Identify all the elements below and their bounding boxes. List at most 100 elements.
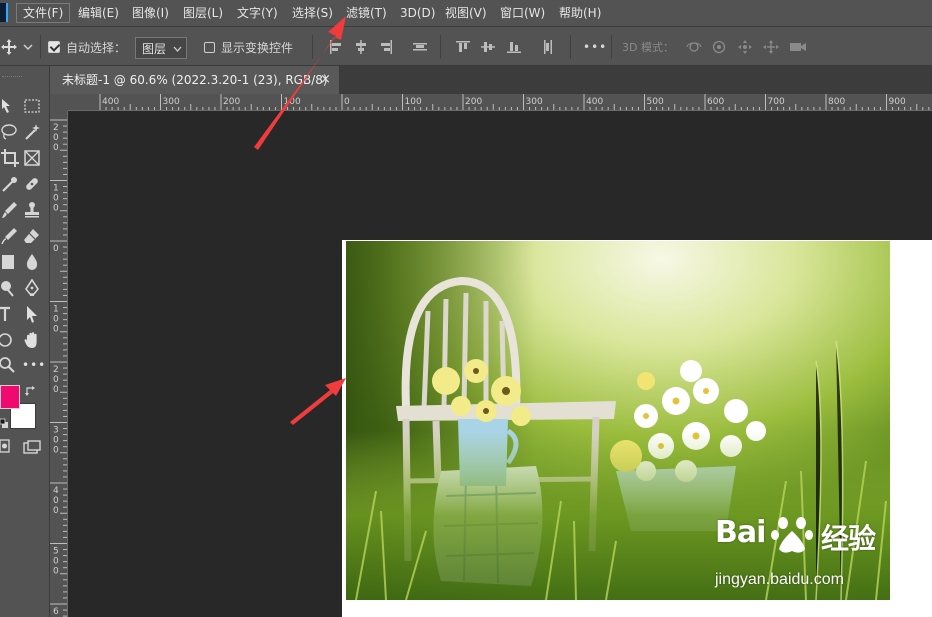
ruler-label: 2	[53, 123, 59, 133]
align-top-icon[interactable]	[455, 39, 471, 55]
3d-mode-label: 3D 模式：	[622, 41, 674, 54]
menu-filter[interactable]: 滤镜(T)	[340, 0, 393, 26]
align-right-icon[interactable]	[378, 39, 394, 55]
pen-tool-icon[interactable]	[22, 278, 42, 298]
history-brush-icon[interactable]	[0, 226, 20, 246]
menu-file[interactable]: 文件(F)	[16, 3, 71, 23]
watermark-brand: Bai	[715, 515, 766, 550]
auto-select-option[interactable]: 自动选择：	[48, 27, 126, 67]
gradient-tool-icon[interactable]	[0, 252, 20, 272]
ruler-label: 700	[768, 97, 785, 107]
edit-toolbar-icon[interactable]: •••	[22, 358, 45, 372]
ruler-label: 0	[344, 97, 350, 107]
align-vertical-center-icon[interactable]	[480, 39, 496, 55]
camera-3d-icon	[790, 43, 806, 51]
brush-tool-icon[interactable]	[0, 200, 20, 220]
foreground-color-swatch[interactable]	[0, 385, 20, 409]
ruler-label: 0	[53, 133, 59, 143]
ruler-label: 0	[53, 204, 59, 214]
ruler-label: 0	[53, 496, 59, 506]
more-options-icon[interactable]: •••	[583, 27, 607, 67]
separator	[40, 35, 41, 59]
ruler-label: 600	[707, 97, 724, 107]
vertical-ruler[interactable]: 20010001002003004005006	[50, 111, 68, 617]
ruler-label: 3	[53, 426, 59, 436]
align-bottom-icon[interactable]	[506, 39, 522, 55]
auto-select-target-value: 图层	[142, 41, 167, 56]
ruler-origin[interactable]	[50, 94, 68, 111]
rectangular-marquee-icon[interactable]	[22, 96, 42, 116]
ruler-label: 0	[53, 506, 59, 516]
ruler-label: 0	[53, 385, 59, 395]
path-selection-icon[interactable]	[22, 304, 42, 324]
watermark-url: jingyan.baidu.com	[715, 571, 844, 588]
menu-edit[interactable]: 编辑(E)	[72, 0, 125, 26]
ruler-label: 0	[53, 557, 59, 567]
lasso-tool-icon[interactable]	[0, 122, 20, 142]
frame-tool-icon[interactable]	[22, 148, 42, 168]
ruler-label: 900	[889, 97, 906, 107]
separator	[440, 35, 441, 59]
dodge-tool-icon[interactable]	[0, 278, 20, 298]
show-transform-option[interactable]: 显示变换控件	[204, 27, 293, 67]
auto-select-target-select[interactable]: 图层	[135, 37, 187, 59]
quick-mask-icon[interactable]	[0, 438, 12, 454]
ruler-label: 0	[53, 315, 59, 325]
ruler-label: 2	[53, 365, 59, 375]
blur-tool-icon[interactable]	[22, 252, 42, 272]
slide-3d-icon	[763, 40, 779, 54]
align-left-icon[interactable]	[328, 39, 344, 55]
pan-3d-icon	[738, 40, 752, 54]
menu-3d[interactable]: 3D(D)	[394, 0, 441, 26]
photoshop-logo-icon	[0, 3, 8, 22]
separator	[312, 35, 313, 59]
eraser-tool-icon[interactable]	[22, 226, 42, 246]
ruler-label: 5	[53, 547, 59, 557]
ruler-label: 1	[53, 184, 59, 194]
tools-panel: •••	[0, 66, 50, 617]
menu-select[interactable]: 选择(S)	[286, 0, 339, 26]
close-tab-icon[interactable]: ×	[320, 66, 331, 94]
align-horizontal-center-icon[interactable]	[353, 39, 369, 55]
menu-view[interactable]: 视图(V)	[439, 0, 493, 26]
eyedropper-icon[interactable]	[0, 174, 20, 194]
magic-wand-icon[interactable]	[22, 122, 42, 142]
healing-brush-icon[interactable]	[22, 174, 42, 194]
crop-tool-icon[interactable]	[0, 148, 20, 168]
clone-stamp-icon[interactable]	[22, 200, 42, 220]
menu-help[interactable]: 帮助(H)	[553, 0, 607, 26]
separator	[611, 35, 612, 59]
menu-type[interactable]: 文字(Y)	[231, 0, 284, 26]
ruler-label: 400	[102, 97, 119, 107]
move-tool-icon[interactable]	[0, 96, 20, 116]
show-transform-checkbox[interactable]	[204, 41, 215, 53]
ruler-label: 4	[53, 486, 59, 496]
menu-image[interactable]: 图像(I)	[126, 0, 175, 26]
document-tab[interactable]: 未标题-1 @ 60.6% (2022.3.20-1 (23), RGB/8)	[50, 66, 339, 94]
roll-3d-icon	[712, 40, 726, 54]
chevron-down-icon[interactable]	[23, 43, 33, 51]
ruler-label: 300	[163, 97, 180, 107]
zoom-tool-icon[interactable]	[0, 356, 20, 376]
menu-window[interactable]: 窗口(W)	[494, 0, 551, 26]
menu-layer[interactable]: 图层(L)	[177, 0, 229, 26]
swap-colors-icon[interactable]	[24, 384, 38, 398]
default-colors-icon[interactable]	[0, 418, 10, 430]
distribute-vertical-icon[interactable]	[540, 39, 556, 55]
type-tool-icon[interactable]	[0, 304, 20, 324]
horizontal-ruler[interactable]: 400 300 200 100 0 100 200 300 400 500 600 700 800 900	[68, 94, 932, 111]
separator	[570, 35, 571, 59]
ruler-ticks: 20010001002003004005006	[50, 119, 67, 617]
ruler-label: 0	[53, 436, 59, 446]
baidu-paw-logo-icon	[771, 517, 813, 553]
hand-tool-icon[interactable]	[22, 330, 42, 350]
distribute-horizontal-icon[interactable]	[412, 39, 428, 55]
auto-select-checkbox[interactable]	[48, 41, 60, 53]
shape-tool-icon[interactable]	[0, 330, 20, 350]
ruler-label: 1	[53, 305, 59, 315]
ruler-label: 0	[53, 325, 59, 335]
panel-grip	[2, 76, 22, 78]
screen-mode-icon[interactable]	[22, 438, 42, 458]
move-tool-icon[interactable]	[0, 38, 18, 56]
show-transform-label: 显示变换控件	[221, 40, 294, 55]
